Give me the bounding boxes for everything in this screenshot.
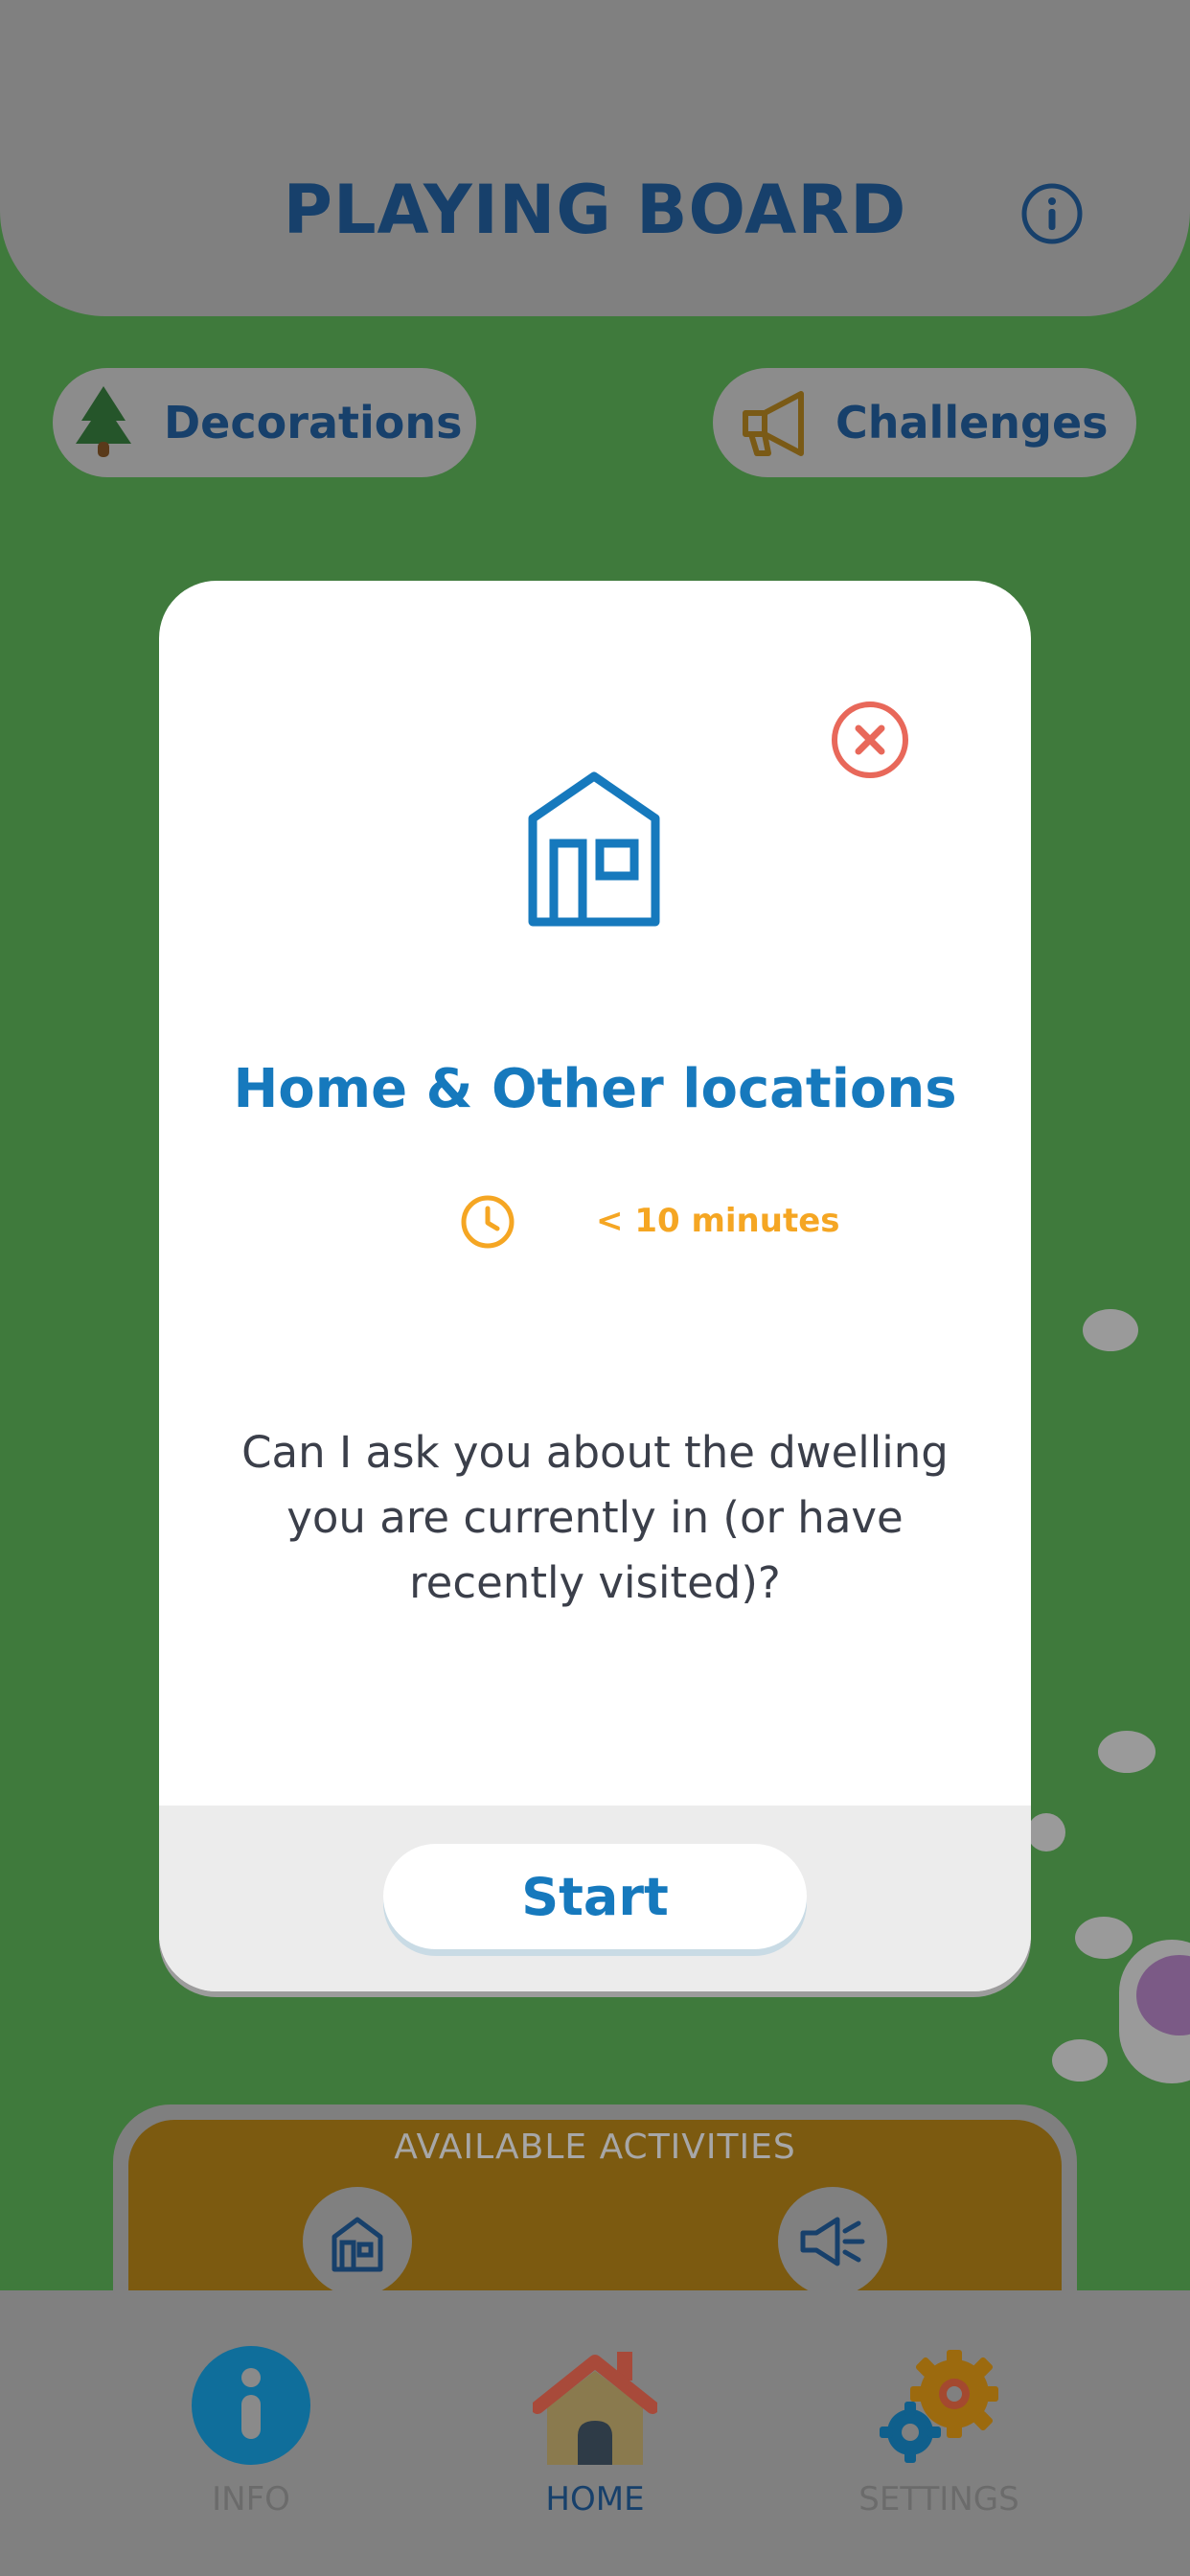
gear-icon	[880, 2350, 998, 2463]
info-icon	[192, 2346, 310, 2465]
activity-home-button[interactable]	[303, 2187, 412, 2296]
activity-challenge-button[interactable]	[778, 2187, 887, 2296]
challenges-button[interactable]: Challenges	[713, 368, 1136, 477]
tree-icon	[76, 386, 131, 457]
decorations-label: Decorations	[164, 397, 463, 448]
nav-home[interactable]: HOME	[451, 2338, 739, 2530]
board-stone	[1083, 1309, 1138, 1351]
activities-title: AVAILABLE ACTIVITIES	[394, 2128, 796, 2167]
header-bar	[0, 0, 1190, 316]
megaphone-icon	[743, 391, 804, 456]
duration-label: < 10 minutes	[596, 1202, 840, 1240]
close-button[interactable]	[830, 700, 910, 780]
activity-modal: Home & Other locations < 10 minutes Can …	[159, 581, 1031, 1991]
board-stone	[1052, 2039, 1108, 2082]
page-title: PLAYING BOARD	[283, 171, 907, 249]
home-icon	[533, 2352, 657, 2465]
decorations-button[interactable]: Decorations	[53, 368, 476, 477]
megaphone-icon	[800, 2217, 865, 2266]
board-stone	[1027, 1813, 1065, 1852]
close-icon	[832, 702, 908, 778]
nav-settings-label: SETTINGS	[858, 2480, 1019, 2518]
start-button[interactable]: Start	[383, 1844, 807, 1949]
question-text: Can I ask you about the dwelling you are…	[241, 1427, 949, 1608]
house-icon	[332, 2217, 383, 2272]
info-icon	[1021, 183, 1083, 244]
nav-info-label: INFO	[212, 2480, 290, 2518]
board-stone	[1075, 1917, 1133, 1959]
board-stone	[1098, 1731, 1156, 1773]
challenges-label: Challenges	[835, 397, 1109, 448]
house-icon	[527, 770, 661, 928]
clock-icon	[460, 1194, 515, 1250]
nav-settings[interactable]: SETTINGS	[795, 2338, 1083, 2530]
info-button[interactable]	[1020, 182, 1084, 245]
modal-title: Home & Other locations	[233, 1058, 957, 1120]
nav-info[interactable]: INFO	[107, 2338, 395, 2530]
nav-home-label: HOME	[545, 2480, 645, 2518]
